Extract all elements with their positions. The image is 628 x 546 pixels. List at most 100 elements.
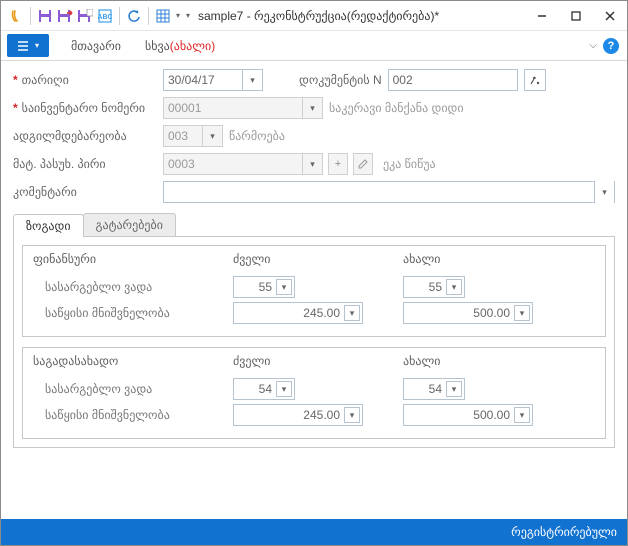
close-button[interactable] bbox=[593, 1, 627, 31]
label-date: * თარიღი bbox=[13, 69, 163, 91]
responsible-field: 0003 bbox=[163, 153, 303, 175]
dropdown-icon[interactable] bbox=[276, 381, 292, 397]
maximize-button[interactable] bbox=[559, 1, 593, 31]
location-value: 003 bbox=[168, 129, 188, 143]
app-window: ABC ▾ ▾ sample7 - რეკონსტრუქცია(რედაქტირ… bbox=[0, 0, 628, 546]
help-icon[interactable]: ? bbox=[603, 38, 619, 54]
label-date-text: თარიღი bbox=[22, 73, 69, 87]
location-dropdown-button bbox=[203, 125, 223, 147]
window-controls bbox=[525, 1, 627, 31]
date-value: 30/04/17 bbox=[168, 73, 215, 87]
doc-number-field[interactable]: 002 bbox=[388, 69, 518, 91]
responsible-edit-button bbox=[353, 153, 373, 175]
ribbon-collapse-icon[interactable]: ⌵ bbox=[589, 40, 597, 51]
label-inventory: * საინვენტარო ნომერი bbox=[13, 97, 163, 119]
inventory-number-value: 00001 bbox=[168, 101, 201, 115]
doc-number-action-button[interactable] bbox=[524, 69, 546, 91]
fin-old-useful-field[interactable]: 55 bbox=[233, 276, 295, 298]
fin-useful-life-label: სასარგებლო ვადა bbox=[33, 280, 233, 294]
toolbar-customize-arrow[interactable]: ▾ bbox=[184, 7, 192, 25]
tab-strip: ზოგადი გატარებები bbox=[13, 213, 615, 236]
column-old: ძველი bbox=[233, 252, 403, 266]
tab-postings[interactable]: გატარებები bbox=[83, 213, 176, 236]
tax-new-useful-value: 54 bbox=[408, 382, 446, 396]
label-comment-text: კომენტარი bbox=[13, 185, 77, 199]
tax-new-start-value: 500.00 bbox=[408, 408, 514, 422]
toolbar-dropdown-arrow[interactable]: ▾ bbox=[174, 7, 182, 25]
tax-useful-life-label: სასარგებლო ვადა bbox=[33, 382, 233, 396]
group-financial: ფინანსური ძველი ახალი სასარგებლო ვადა 55 bbox=[22, 245, 606, 337]
dropdown-icon[interactable] bbox=[446, 381, 462, 397]
save-icon[interactable] bbox=[36, 7, 54, 25]
fin-old-useful-value: 55 bbox=[238, 280, 276, 294]
window-title: sample7 - რეკონსტრუქცია(რედაქტირება)* bbox=[198, 9, 439, 23]
fin-new-useful-field[interactable]: 55 bbox=[403, 276, 465, 298]
menu-other-label: სხვა bbox=[145, 39, 170, 53]
dropdown-icon[interactable] bbox=[344, 305, 360, 321]
tab-panel-general: ფინანსური ძველი ახალი სასარგებლო ვადა 55 bbox=[13, 236, 615, 448]
tabs: ზოგადი გატარებები ფინანსური ძველი ახალი … bbox=[13, 213, 615, 448]
label-comment: კომენტარი bbox=[13, 181, 163, 203]
location-description: წარმოება bbox=[229, 129, 285, 143]
group-financial-title: ფინანსური bbox=[33, 252, 233, 266]
fin-old-start-value: 245.00 bbox=[238, 306, 344, 320]
date-field[interactable]: 30/04/17 bbox=[163, 69, 243, 91]
tax-old-start-value: 245.00 bbox=[238, 408, 344, 422]
label-inventory-text: საინვენტარო ნომერი bbox=[22, 101, 145, 115]
svg-text:ABC: ABC bbox=[98, 14, 112, 21]
tax-start-value-label: საწყისი მნიშვნელობა bbox=[33, 408, 233, 422]
dropdown-icon[interactable] bbox=[344, 407, 360, 423]
location-field: 003 bbox=[163, 125, 203, 147]
file-menu-button[interactable]: ▾ bbox=[7, 34, 49, 57]
column-old: ძველი bbox=[233, 354, 403, 368]
titlebar: ABC ▾ ▾ sample7 - რეკონსტრუქცია(რედაქტირ… bbox=[1, 1, 627, 31]
table-icon[interactable] bbox=[154, 7, 172, 25]
fin-new-start-value: 500.00 bbox=[408, 306, 514, 320]
responsible-description: ეკა წიწუა bbox=[383, 157, 436, 171]
fin-start-value-label: საწყისი მნიშვნელობა bbox=[33, 306, 233, 320]
inventory-dropdown-button bbox=[303, 97, 323, 119]
toolbar-icon-4[interactable]: ABC bbox=[96, 7, 114, 25]
menu-other-new: (ახალი) bbox=[170, 39, 215, 53]
column-new: ახალი bbox=[403, 354, 573, 368]
refresh-icon[interactable] bbox=[125, 7, 143, 25]
status-text: რეგისტრირებული bbox=[511, 525, 617, 539]
inventory-description: საკერავი მანქანა დიდი bbox=[329, 101, 464, 115]
column-new: ახალი bbox=[403, 252, 573, 266]
tax-old-useful-field[interactable]: 54 bbox=[233, 378, 295, 400]
statusbar: რეგისტრირებული bbox=[1, 519, 627, 545]
responsible-value: 0003 bbox=[168, 157, 195, 171]
date-dropdown-button[interactable] bbox=[243, 69, 263, 91]
fin-new-useful-value: 55 bbox=[408, 280, 446, 294]
label-location-text: ადგილმდებარეობა bbox=[13, 129, 127, 143]
dropdown-icon[interactable] bbox=[514, 305, 530, 321]
comment-dropdown-button[interactable] bbox=[594, 181, 614, 203]
menu-other[interactable]: სხვა(ახალი) bbox=[133, 31, 227, 60]
form-area: * თარიღი 30/04/17 დოკუმენტის N 002 * bbox=[1, 61, 627, 203]
dropdown-icon[interactable] bbox=[446, 279, 462, 295]
dropdown-icon[interactable] bbox=[514, 407, 530, 423]
tab-general[interactable]: ზოგადი bbox=[13, 214, 84, 237]
tax-old-useful-value: 54 bbox=[238, 382, 276, 396]
comment-field[interactable] bbox=[163, 181, 615, 203]
required-marker: * bbox=[13, 73, 18, 87]
minimize-button[interactable] bbox=[525, 1, 559, 31]
group-tax: საგადასახადო ძველი ახალი სასარგებლო ვადა… bbox=[22, 347, 606, 439]
group-tax-title: საგადასახადო bbox=[33, 354, 233, 368]
dropdown-icon[interactable] bbox=[276, 279, 292, 295]
label-responsible: მატ. პასუხ. პირი bbox=[13, 153, 163, 175]
save-close-icon[interactable] bbox=[56, 7, 74, 25]
required-marker: * bbox=[13, 101, 18, 115]
save-new-icon[interactable] bbox=[76, 7, 94, 25]
fin-new-start-field[interactable]: 500.00 bbox=[403, 302, 533, 324]
menu-main[interactable]: მთავარი bbox=[59, 31, 133, 60]
fin-old-start-field[interactable]: 245.00 bbox=[233, 302, 363, 324]
label-doc-n: დოკუმენტის N bbox=[299, 73, 382, 87]
tax-new-useful-field[interactable]: 54 bbox=[403, 378, 465, 400]
responsible-dropdown-button bbox=[303, 153, 323, 175]
label-location: ადგილმდებარეობა bbox=[13, 125, 163, 147]
menubar: ▾ მთავარი სხვა(ახალი) ⌵ ? bbox=[1, 31, 627, 61]
tax-new-start-field[interactable]: 500.00 bbox=[403, 404, 533, 426]
responsible-add-button: + bbox=[328, 153, 348, 175]
tax-old-start-field[interactable]: 245.00 bbox=[233, 404, 363, 426]
